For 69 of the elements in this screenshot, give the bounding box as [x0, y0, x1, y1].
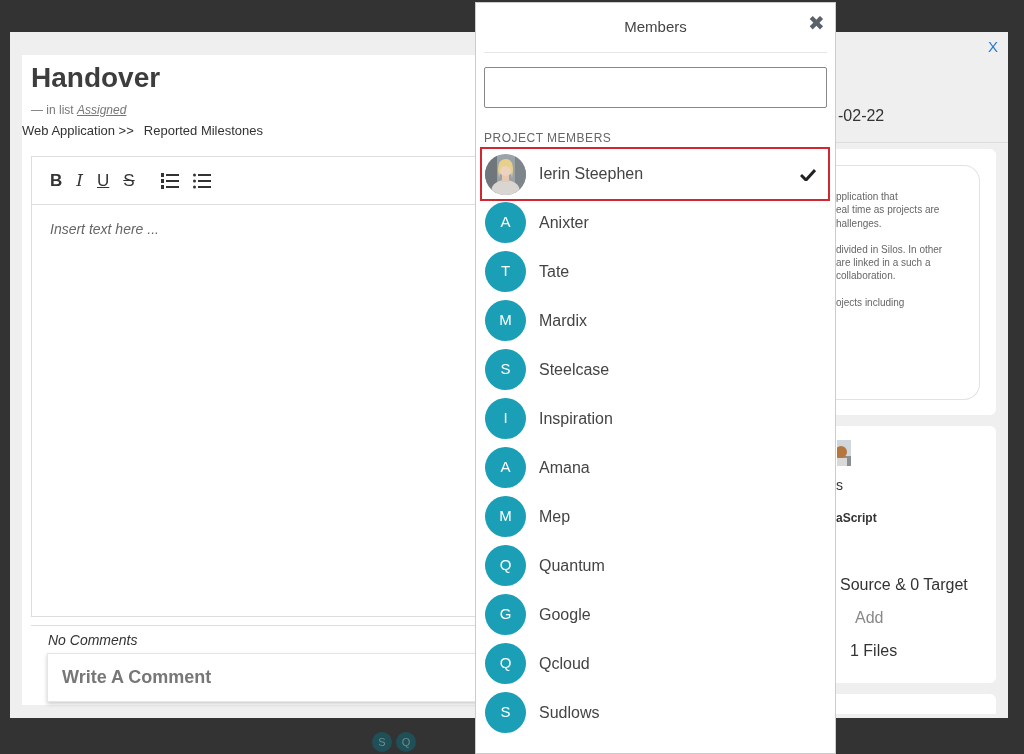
avatar: Q [396, 732, 416, 752]
tech-label: s [836, 476, 843, 495]
avatar: Q [485, 545, 526, 586]
avatar: Q [485, 643, 526, 684]
search-field[interactable] [484, 67, 827, 108]
description-line: hallenges. [836, 216, 883, 230]
avatar: G [485, 594, 526, 635]
avatar: M [485, 496, 526, 537]
section-heading: PROJECT MEMBERS [484, 130, 613, 147]
member-name: Qcloud [539, 653, 591, 674]
description-line: ojects including [836, 295, 906, 310]
member-item[interactable]: I Inspiration [480, 394, 830, 443]
member-item[interactable]: M Mardix [480, 296, 830, 345]
links-count: Source & 0 Target [840, 575, 968, 595]
description-line: collaboration. [836, 269, 897, 283]
member-name: Mep [539, 506, 572, 527]
check-icon [800, 168, 816, 182]
member-name: Inspiration [539, 408, 614, 429]
member-name: Mardix [539, 310, 588, 331]
member-item[interactable]: Q Qcloud [480, 639, 830, 688]
add-button[interactable]: Add [855, 606, 884, 630]
italic-button[interactable]: I [76, 171, 83, 189]
close-button[interactable]: X [984, 36, 1002, 59]
member-name: Amana [539, 457, 591, 478]
member-name: Ierin Steephen [539, 164, 645, 184]
member-item[interactable]: Ierin Steephen [480, 147, 830, 201]
avatar: I [485, 398, 526, 439]
comments-status: No Comments [48, 630, 139, 650]
avatar: A [485, 202, 526, 243]
ordered-list-button[interactable] [160, 171, 179, 189]
bullet-list-button[interactable] [192, 171, 211, 189]
member-item[interactable]: A Amana [480, 443, 830, 492]
member-item[interactable]: T Tate [480, 247, 830, 296]
member-name: Steelcase [539, 359, 611, 380]
member-name: Quantum [539, 555, 606, 576]
member-name: Sudlows [539, 702, 601, 723]
strike-button[interactable]: S [123, 171, 135, 189]
avatar: S [485, 692, 526, 733]
breadcrumb-item[interactable]: Web Application >> [22, 121, 134, 141]
description-line: divided in Silos. In other [836, 242, 944, 257]
description-line: eal time as projects are [836, 203, 941, 217]
avatar: T [485, 251, 526, 292]
popover-title: Members [624, 17, 687, 38]
bullet-list-icon [192, 172, 211, 189]
due-date: -02-22 [838, 106, 885, 126]
member-name: Anixter [539, 212, 590, 233]
files-count: 1 Files [850, 641, 898, 661]
avatar: S [485, 349, 526, 390]
member-item[interactable]: S Steelcase [480, 345, 830, 394]
card-title: Handover [31, 61, 162, 95]
member-item[interactable]: Q Quantum [480, 541, 830, 590]
description-line: pplication that [836, 190, 899, 204]
technology: aScript [836, 510, 877, 527]
ordered-list-icon [160, 172, 179, 189]
avatar: M [485, 300, 526, 341]
member-item[interactable]: G Google [480, 590, 830, 639]
member-name: Tate [539, 261, 571, 282]
avatar: A [485, 447, 526, 488]
member-item[interactable]: S Sudlows [480, 688, 830, 737]
list-link[interactable]: Assigned [77, 103, 127, 117]
member-item[interactable]: M Mep [480, 492, 830, 541]
description-line: are linked in a such a [836, 256, 932, 270]
breadcrumb-item[interactable]: Reported Milestones [143, 121, 264, 141]
member-item[interactable]: A Anixter [480, 198, 830, 247]
underline-button[interactable]: U [97, 171, 110, 189]
bold-button[interactable]: B [50, 171, 63, 189]
avatar: S [372, 732, 392, 752]
close-button[interactable]: ✖ [806, 13, 827, 33]
member-name: Google [539, 604, 592, 625]
